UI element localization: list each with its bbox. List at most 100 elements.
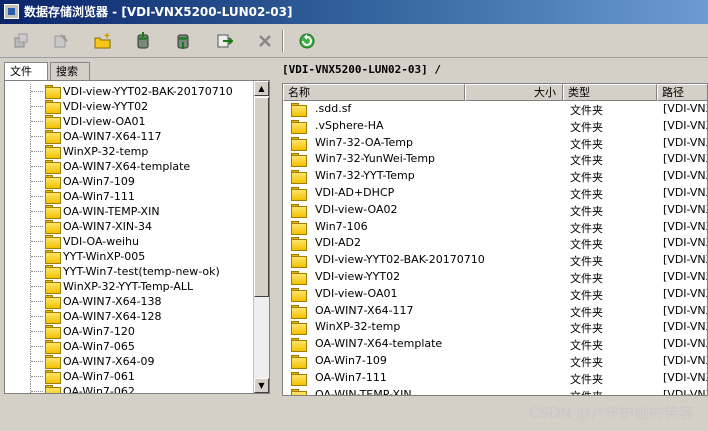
item-type: 文件夹 [570, 372, 603, 386]
list-item[interactable]: Win7-32-OA-Temp 文件夹 [VDI-VNX5 [283, 135, 707, 152]
item-path: [VDI-VNX5 [663, 270, 707, 283]
folder-icon [291, 220, 307, 235]
tree-item[interactable]: WinXP-32-temp [5, 144, 253, 159]
delete-icon[interactable] [252, 29, 278, 53]
list-item[interactable]: .sdd.sf 文件夹 [VDI-VNX5 [283, 101, 707, 118]
folder-icon [45, 250, 61, 264]
folder-icon [291, 338, 307, 353]
tree-item[interactable]: YYT-WinXP-005 [5, 249, 253, 264]
item-name: .sdd.sf [315, 102, 352, 115]
tree-connector [30, 279, 44, 294]
folder-icon [45, 160, 61, 174]
scroll-down-icon[interactable]: ▼ [254, 378, 269, 393]
item-name: Win7-106 [315, 219, 368, 233]
tree-item[interactable]: OA-WIN-TEMP-XIN [5, 204, 253, 219]
tree-item[interactable]: VDI-view-OA01 [5, 114, 253, 129]
tree-item[interactable]: OA-Win7-120 [5, 324, 253, 339]
move-icon[interactable] [212, 29, 238, 53]
item-path: [VDI-VNX5 [663, 186, 707, 199]
tab-search[interactable]: 搜索 [50, 62, 90, 80]
tree-connector [30, 324, 44, 339]
item-type: 文件夹 [570, 188, 603, 201]
item-path: [VDI-VNX5 [663, 102, 707, 115]
item-type: 文件夹 [570, 305, 603, 319]
tree-item[interactable]: OA-WIN7-X64-138 [5, 294, 253, 309]
tree-item[interactable]: OA-Win7-061 [5, 369, 253, 384]
tree-item[interactable]: OA-Win7-109 [5, 174, 253, 189]
list-item[interactable]: WinXP-32-temp 文件夹 [VDI-VNX5 [283, 319, 707, 336]
download-icon[interactable] [170, 29, 196, 53]
column-path[interactable]: 路径 [657, 84, 707, 101]
new-folder-icon[interactable] [90, 29, 116, 53]
refresh-icon[interactable] [294, 29, 320, 53]
list-item[interactable]: VDI-view-YYT02 文件夹 [VDI-VNX5 [283, 269, 707, 286]
list-item[interactable]: VDI-view-YYT02-BAK-20170710 文件夹 [VDI-VNX5 [283, 252, 707, 269]
list-item[interactable]: Win7-106 文件夹 [VDI-VNX5 [283, 219, 707, 236]
item-path: [VDI-VNX5 [663, 169, 707, 183]
list-item[interactable]: VDI-view-OA01 文件夹 [VDI-VNX5 [283, 286, 707, 303]
folder-icon [45, 310, 61, 324]
list-item[interactable]: OA-Win7-109 文件夹 [VDI-VNX5 [283, 353, 707, 370]
folder-icon [291, 254, 307, 269]
item-type: 文件夹 [570, 171, 603, 185]
list-item[interactable]: VDI-AD2 文件夹 [VDI-VNX5 [283, 235, 707, 252]
item-name: OA-Win7-111 [315, 370, 387, 384]
tree-item[interactable]: OA-Win7-111 [5, 189, 253, 204]
tree-item[interactable]: OA-WIN7-X64-117 [5, 129, 253, 144]
tree-connector [30, 354, 44, 369]
tree-item-label: OA-Win7-111 [63, 190, 135, 203]
tree-item-label: OA-WIN7-X64-09 [63, 355, 155, 368]
list-item[interactable]: Win7-32-YYT-Temp 文件夹 [VDI-VNX5 [283, 168, 707, 185]
list-item[interactable]: VDI-view-OA02 文件夹 [VDI-VNX5 [283, 202, 707, 219]
folder-icon [291, 153, 307, 168]
refresh-disabled-icon[interactable] [48, 29, 74, 53]
tree-item[interactable]: OA-WIN7-X64-09 [5, 354, 253, 369]
folder-icon [45, 190, 61, 204]
tree-item[interactable]: VDI-view-YYT02-BAK-20170710 [5, 84, 253, 99]
list-item[interactable]: VDI-AD+DHCP 文件夹 [VDI-VNX5 [283, 185, 707, 202]
folder-icon [291, 119, 307, 134]
tree-item[interactable]: WinXP-32-YYT-Temp-ALL [5, 279, 253, 294]
list-item[interactable]: OA-Win7-111 文件夹 [VDI-VNX5 [283, 370, 707, 387]
upload-icon[interactable] [130, 29, 156, 53]
folder-icon [291, 388, 307, 395]
folder-icon [291, 237, 307, 252]
item-name: OA-WIN-TEMP-XIN [315, 387, 412, 396]
tree-item-label: OA-WIN7-X64-128 [63, 310, 162, 323]
item-path: [VDI-VNX5 [663, 236, 707, 250]
browse-up-icon[interactable] [8, 29, 34, 53]
tree-item[interactable]: VDI-OA-weihu [5, 234, 253, 249]
list-item[interactable]: OA-WIN7-X64-template 文件夹 [VDI-VNX5 [283, 336, 707, 353]
column-name[interactable]: 名称 [283, 84, 465, 101]
tree-item[interactable]: OA-Win7-062 [5, 384, 253, 393]
tree-item[interactable]: OA-WIN7-X64-template [5, 159, 253, 174]
item-path: [VDI-VNX5 [663, 320, 707, 334]
title-bar[interactable]: 数据存储浏览器 - [VDI-VNX5200-LUN02-03] [0, 0, 708, 24]
scroll-up-icon[interactable]: ▲ [254, 81, 269, 96]
tree-item[interactable]: OA-Win7-065 [5, 339, 253, 354]
tree-connector [30, 369, 44, 384]
item-type: 文件夹 [570, 339, 603, 353]
column-size[interactable]: 大小 [465, 84, 563, 101]
list-item[interactable]: .vSphere-HA 文件夹 [VDI-VNX5 [283, 118, 707, 135]
column-type[interactable]: 类型 [563, 84, 657, 101]
folder-icon [45, 145, 61, 159]
list-item[interactable]: OA-WIN-TEMP-XIN 文件夹 [VDI-VNX5 [283, 387, 707, 396]
tree-connector [30, 84, 44, 99]
tree-item[interactable]: VDI-view-YYT02 [5, 99, 253, 114]
folder-icon [45, 355, 61, 369]
tree-item[interactable]: OA-WIN7-X64-128 [5, 309, 253, 324]
tree-item[interactable]: YYT-Win7-test(temp-new-ok) [5, 264, 253, 279]
list-item[interactable]: Win7-32-YunWei-Temp 文件夹 [VDI-VNX5 [283, 151, 707, 168]
item-name: OA-WIN7-X64-template [315, 337, 443, 351]
tree-connector [30, 114, 44, 129]
tab-folders[interactable]: 文件夹 [4, 62, 48, 95]
scroll-thumb[interactable] [254, 97, 269, 297]
tree-vertical-scrollbar[interactable]: ▲ ▼ [253, 81, 269, 393]
item-name: WinXP-32-temp [315, 320, 401, 334]
tree-item-label: OA-Win7-061 [63, 370, 135, 383]
tree-item[interactable]: OA-WIN7-XIN-34 [5, 219, 253, 234]
tree-item-label: OA-WIN-TEMP-XIN [63, 205, 160, 218]
list-item[interactable]: OA-WIN7-X64-117 文件夹 [VDI-VNX5 [283, 303, 707, 320]
window-title: 数据存储浏览器 - [VDI-VNX5200-LUN02-03] [24, 5, 293, 19]
